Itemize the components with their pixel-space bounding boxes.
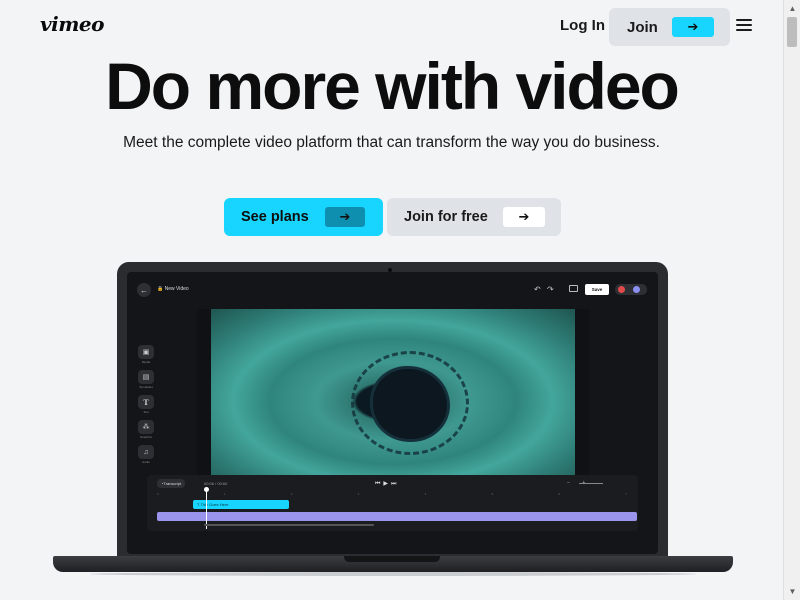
video-title: 🔒 New Video xyxy=(157,286,189,292)
captions-icon[interactable] xyxy=(569,285,578,292)
ruler-tick: 0 xyxy=(157,492,159,496)
laptop-notch xyxy=(344,556,440,562)
video-track[interactable] xyxy=(157,512,637,521)
playhead[interactable] xyxy=(206,489,207,529)
ruler-tick: 2 xyxy=(290,492,293,496)
back-arrow-icon[interactable]: ← xyxy=(137,283,151,297)
ruler-tick: 3 xyxy=(357,492,360,496)
join-for-free-button[interactable]: Join for free ➔ xyxy=(387,198,561,236)
join-button-label: Join xyxy=(627,18,658,36)
avatar xyxy=(633,286,640,293)
avatar xyxy=(618,286,625,293)
page-scrollbar[interactable]: ▲ ▼ xyxy=(783,0,800,600)
tool-label: Text xyxy=(143,410,149,414)
tool-label: Media xyxy=(141,360,151,364)
text-icon: T xyxy=(138,395,154,409)
arrow-right-icon: ➔ xyxy=(325,207,365,227)
hero-subtitle: Meet the complete video platform that ca… xyxy=(123,134,660,151)
editor-screen: ← 🔒 New Video ↶ ↷ Save ▣ Media ▤ Templat… xyxy=(127,272,658,554)
timeline-scrollbar[interactable] xyxy=(204,524,374,526)
login-link[interactable]: Log In xyxy=(560,17,605,34)
ruler-tick: 1 xyxy=(223,492,226,496)
tool-media[interactable]: ▣ Media xyxy=(136,345,156,364)
laptop-shadow xyxy=(90,572,696,576)
redo-icon[interactable]: ↷ xyxy=(547,285,554,294)
video-frame xyxy=(211,309,575,477)
ruler-tick: 6 xyxy=(558,492,561,496)
timeline-ruler: 0 1 2 3 4 5 6 7 xyxy=(157,492,627,496)
transcript-button[interactable]: ◔ Transcript xyxy=(157,479,186,488)
timecode: 00:06 / 00:60 xyxy=(204,481,228,486)
audio-icon: ♫ xyxy=(138,445,154,459)
templates-icon: ▤ xyxy=(138,370,154,384)
tool-text[interactable]: T Text xyxy=(136,395,156,414)
tool-graphics[interactable]: ⁂ Graphics xyxy=(136,420,156,439)
vimeo-logo[interactable]: vimeo xyxy=(40,12,104,36)
arrow-right-icon: ➔ xyxy=(503,207,545,227)
undo-icon[interactable]: ↶ xyxy=(534,285,541,294)
hamburger-menu-icon[interactable] xyxy=(736,19,752,31)
tool-audio[interactable]: ♫ Audio xyxy=(136,445,156,464)
hero-title: Do more with video xyxy=(105,49,680,123)
site-header: vimeo Log In Join ➔ xyxy=(0,0,783,50)
playback-controls[interactable]: ⏮▶⏭ xyxy=(375,480,399,488)
tool-label: Templates xyxy=(139,385,153,389)
save-button[interactable]: Save xyxy=(585,284,609,295)
timeline-panel: ◔ Transcript 00:06 / 00:60 ⏮▶⏭ − + 0 1 2… xyxy=(147,475,638,531)
scroll-down-icon[interactable]: ▼ xyxy=(784,583,800,600)
arrow-right-icon: ➔ xyxy=(672,17,714,37)
zoom-slider[interactable] xyxy=(579,483,603,484)
tool-label: Graphics xyxy=(139,435,152,439)
tool-templates[interactable]: ▤ Templates xyxy=(136,370,156,389)
join-button[interactable]: Join ➔ xyxy=(609,8,730,46)
see-plans-button[interactable]: See plans ➔ xyxy=(224,198,383,236)
title-clip[interactable]: T Title Goes Here xyxy=(193,500,289,509)
collaborators[interactable] xyxy=(615,284,647,295)
ruler-tick: 7 xyxy=(625,492,627,496)
image-icon: ▣ xyxy=(138,345,154,359)
video-preview[interactable] xyxy=(197,309,589,477)
graphics-icon: ⁂ xyxy=(138,420,154,434)
see-plans-label: See plans xyxy=(241,209,309,225)
tool-label: Audio xyxy=(142,460,150,464)
ruler-tick: 5 xyxy=(491,492,494,496)
ruler-tick: 4 xyxy=(424,492,427,496)
scroll-up-icon[interactable]: ▲ xyxy=(784,0,800,17)
join-for-free-label: Join for free xyxy=(404,209,488,225)
video-center xyxy=(373,369,447,439)
scroll-thumb[interactable] xyxy=(787,17,797,47)
